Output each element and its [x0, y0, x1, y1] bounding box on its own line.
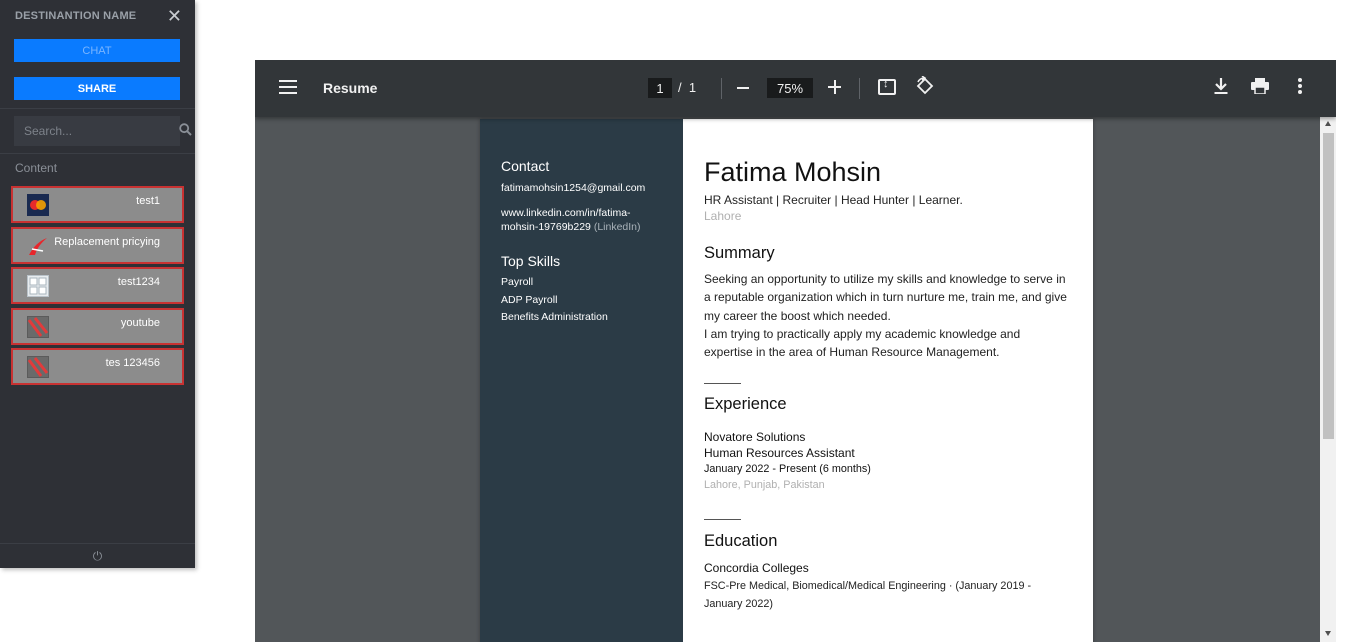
page-number-input[interactable]: 1 — [648, 78, 672, 98]
contact-heading: Contact — [501, 158, 550, 174]
sidebar-header: DESTINANTION NAME ✕ — [0, 0, 195, 32]
section-label: Content — [15, 161, 58, 175]
skill-item: Benefits Administration — [501, 311, 608, 323]
sidebar-title: DESTINANTION NAME — [15, 10, 137, 22]
close-icon[interactable]: ✕ — [167, 7, 182, 25]
share-button[interactable]: SHARE — [14, 77, 180, 100]
mastercard-icon — [27, 194, 49, 216]
search-box — [14, 116, 192, 146]
job-dates: January 2022 - Present (6 months) — [704, 463, 871, 475]
summary-paragraph: Seeking an opportunity to utilize my ski… — [704, 272, 1067, 323]
rotate-icon[interactable] — [915, 75, 935, 102]
page-total-value: 1 — [688, 80, 697, 95]
divider — [0, 153, 195, 154]
zoom-input[interactable]: 75% — [767, 78, 813, 98]
list-item[interactable]: test1 — [11, 186, 184, 223]
experience-entry: Novatore Solutions Human Resources Assis… — [704, 429, 871, 493]
sidebar-footer: ⏻ — [0, 543, 195, 568]
toolbar-divider — [859, 78, 860, 99]
download-icon[interactable] — [1213, 77, 1229, 100]
pdf-page: Contact fatimamohsin1254@gmail.com www.l… — [480, 119, 1093, 642]
page-total: / 1 — [678, 80, 696, 95]
linkedin-line2: mohsin-19769b229 — [501, 221, 591, 233]
experience-heading: Experience — [704, 395, 787, 413]
broken-image-icon — [27, 315, 49, 338]
swoosh-logo-icon — [27, 235, 49, 257]
search-icon[interactable] — [179, 123, 192, 139]
job-title: Human Resources Assistant — [704, 446, 855, 460]
education-heading: Education — [704, 532, 778, 550]
toolbar-divider — [721, 78, 722, 99]
school-name: Concordia Colleges — [704, 561, 809, 575]
list-item[interactable]: test1234 — [11, 267, 184, 304]
summary-text: Seeking an opportunity to utilize my ski… — [704, 270, 1070, 361]
divider — [0, 108, 195, 109]
degree-text: FSC-Pre Medical, Biomedical/Medical Engi… — [704, 580, 1032, 610]
skill-item: Payroll — [501, 276, 534, 288]
skills-heading: Top Skills — [501, 253, 561, 269]
email-link[interactable]: fatimamohsin1254@gmail.com — [501, 181, 683, 195]
more-options-icon[interactable] — [1298, 78, 1302, 96]
list-item[interactable]: Replacement pricying — [11, 226, 184, 264]
scroll-thumb[interactable] — [1323, 133, 1334, 439]
zoom-in-icon[interactable] — [828, 80, 841, 94]
list-item-label: youtube — [120, 316, 160, 329]
page-separator: / — [678, 80, 682, 95]
job-location: Lahore, Punjab, Pakistan — [704, 479, 825, 491]
sidebar: DESTINANTION NAME ✕ CHAT SHARE Content t… — [0, 0, 195, 568]
linkedin-suffix: (LinkedIn) — [590, 221, 641, 233]
scroll-up-icon[interactable] — [1325, 121, 1331, 126]
print-icon[interactable] — [1251, 78, 1269, 95]
power-icon[interactable]: ⏻ — [93, 549, 103, 564]
list-item-label: test1234 — [117, 276, 160, 288]
broken-image-icon — [27, 356, 49, 378]
chat-button[interactable]: CHAT — [14, 39, 180, 62]
skill-item: ADP Payroll — [501, 293, 558, 306]
list-item-label: Replacement pricying — [54, 235, 160, 248]
resume-sidebar: Contact fatimamohsin1254@gmail.com www.l… — [480, 119, 683, 642]
fit-page-icon[interactable] — [878, 78, 896, 95]
summary-heading: Summary — [704, 244, 775, 262]
menu-icon[interactable] — [279, 80, 297, 94]
summary-paragraph: I am trying to practically apply my acad… — [704, 326, 1021, 360]
zoom-out-icon[interactable] — [737, 87, 749, 89]
search-input[interactable] — [24, 124, 179, 138]
list-item[interactable]: tes 123456 — [11, 348, 184, 385]
section-rule — [704, 519, 741, 520]
section-rule — [704, 383, 741, 384]
list-item-label: test1 — [136, 195, 160, 207]
candidate-name: Fatima Mohsin — [704, 157, 882, 187]
candidate-location: Lahore — [704, 209, 742, 223]
linkedin-link[interactable]: www.linkedin.com/in/fatima- mohsin-19769… — [501, 206, 683, 234]
scroll-down-icon[interactable] — [1325, 631, 1331, 636]
grid-image-icon — [27, 275, 49, 297]
content-list: test1 Replacement pricying test1234 yout… — [11, 186, 184, 389]
list-item-label: tes 123456 — [105, 357, 160, 369]
company-name: Novatore Solutions — [704, 430, 806, 444]
pdf-toolbar: Resume 1 / 1 75% — [255, 60, 1336, 117]
scrollbar[interactable] — [1320, 117, 1336, 642]
document-title: Resume — [323, 80, 378, 96]
linkedin-line1: www.linkedin.com/in/fatima- — [501, 207, 631, 219]
pdf-viewer: Resume 1 / 1 75% Contact fatimamohsin125… — [255, 60, 1336, 642]
candidate-headline: HR Assistant | Recruiter | Head Hunter |… — [704, 193, 963, 207]
list-item[interactable]: youtube — [11, 307, 184, 345]
